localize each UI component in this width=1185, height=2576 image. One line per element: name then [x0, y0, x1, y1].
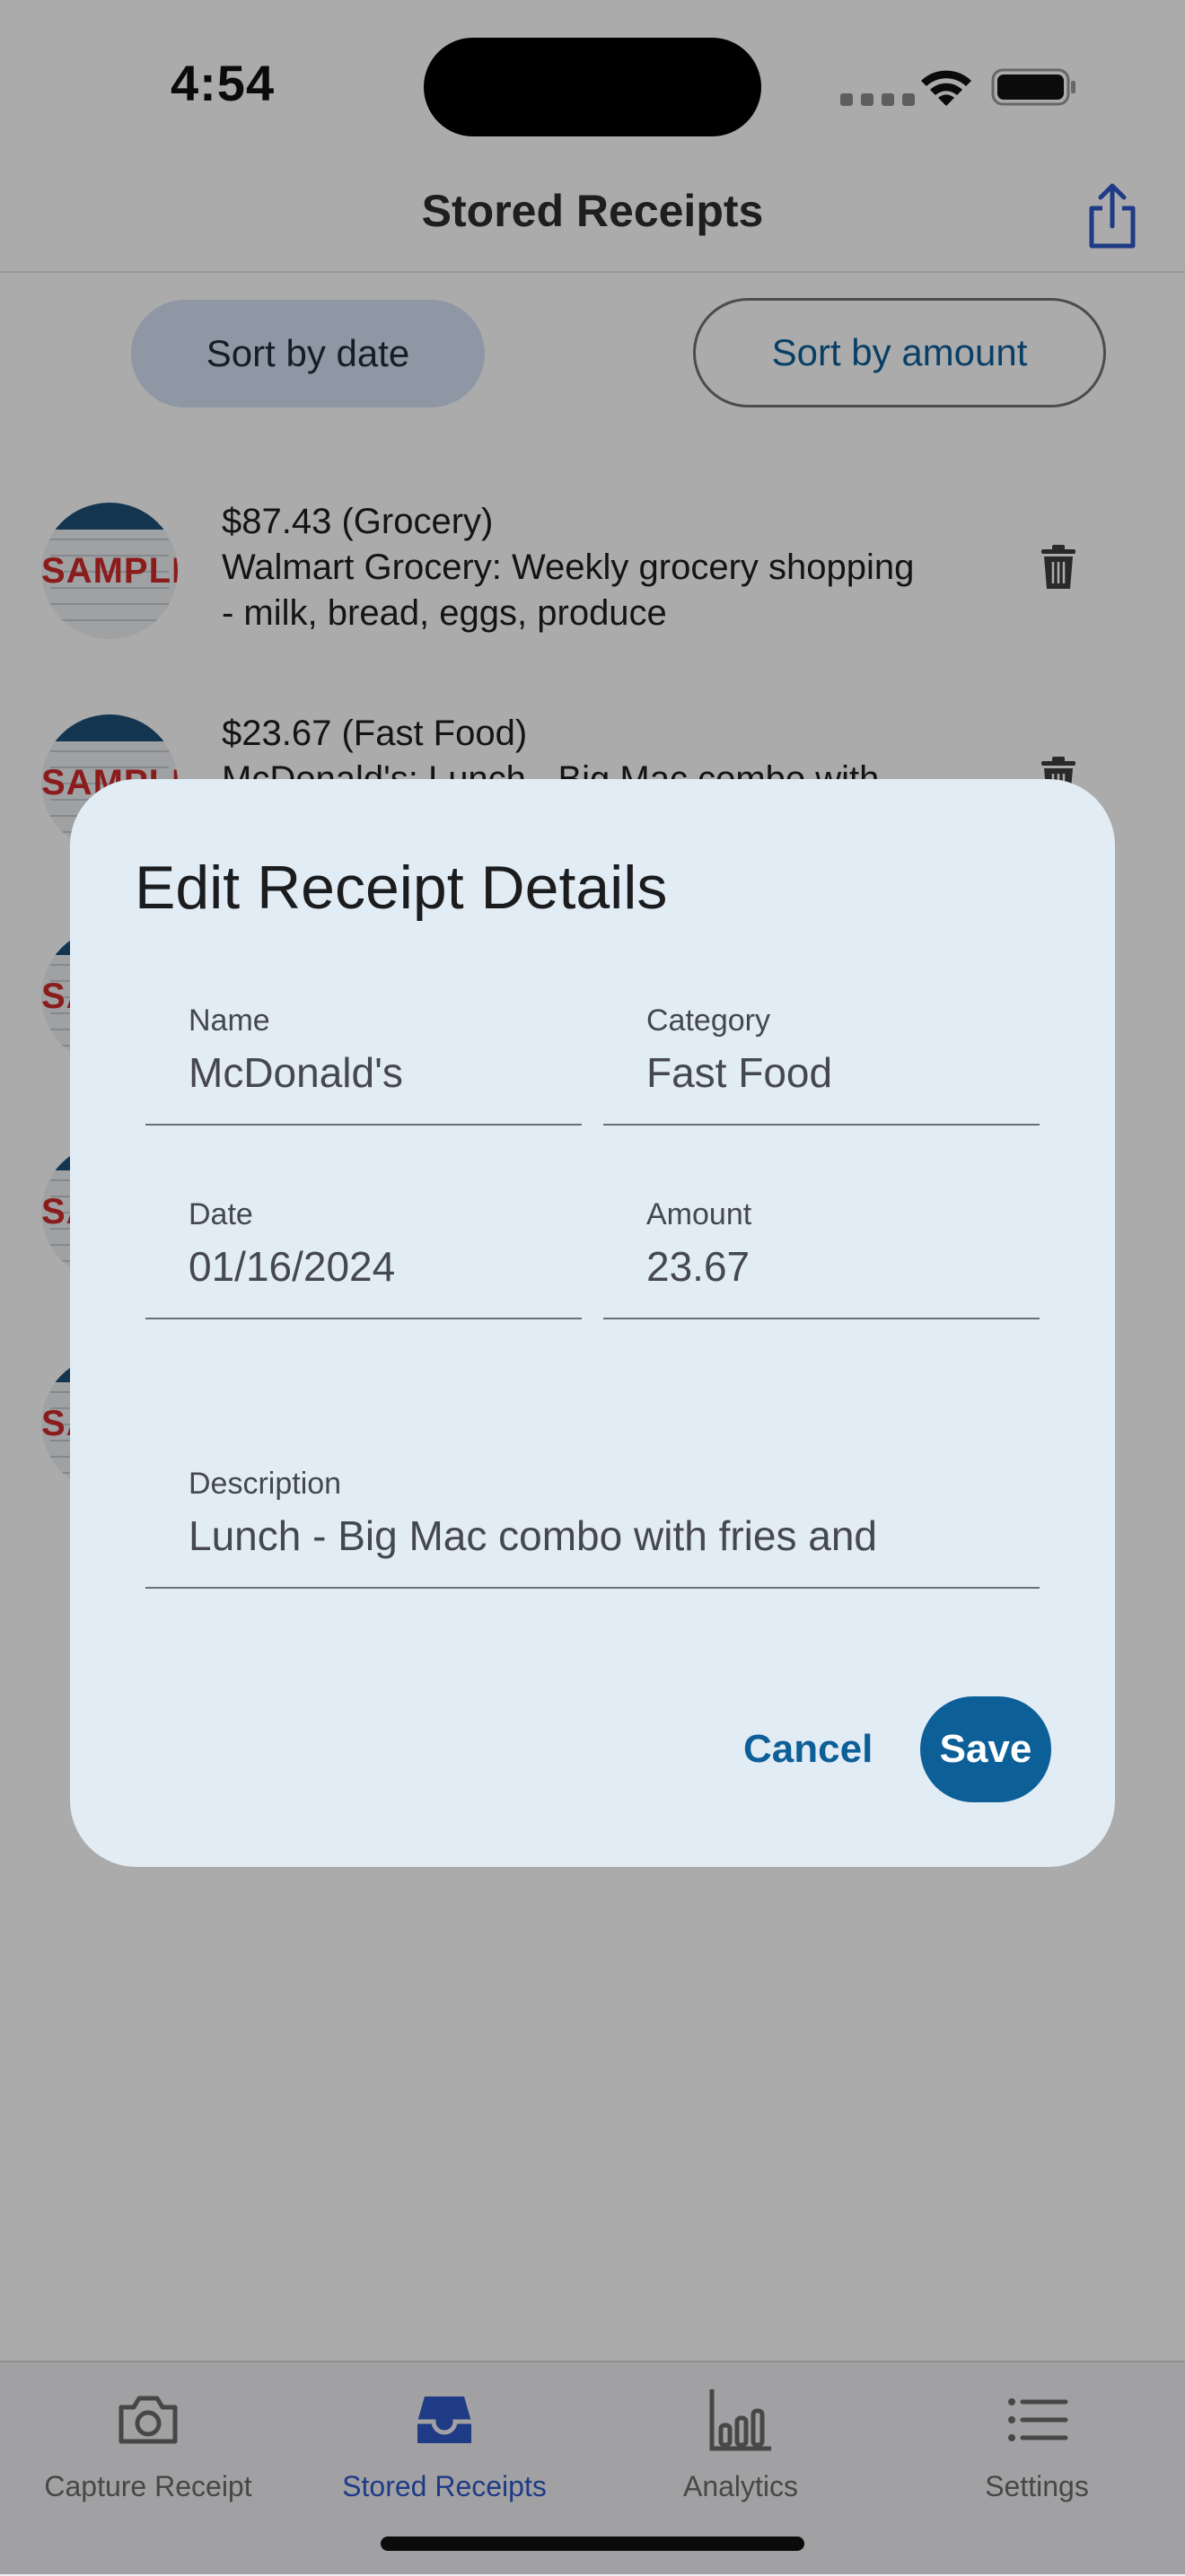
- cancel-button[interactable]: Cancel: [743, 1696, 873, 1802]
- category-label: Category: [646, 1003, 770, 1038]
- amount-value: 23.67: [646, 1243, 750, 1290]
- category-value: Fast Food: [646, 1049, 833, 1096]
- name-field[interactable]: Name McDonald's: [145, 991, 582, 1126]
- amount-field[interactable]: Amount 23.67: [603, 1185, 1040, 1319]
- category-field[interactable]: Category Fast Food: [603, 991, 1040, 1126]
- date-value: 01/16/2024: [189, 1243, 396, 1290]
- description-field[interactable]: Description Lunch - Big Mac combo with f…: [145, 1454, 1040, 1589]
- date-field[interactable]: Date 01/16/2024: [145, 1185, 582, 1319]
- save-button[interactable]: Save: [920, 1696, 1051, 1802]
- dialog-title: Edit Receipt Details: [135, 854, 668, 922]
- amount-label: Amount: [646, 1197, 752, 1231]
- description-value: Lunch - Big Mac combo with fries and: [189, 1512, 878, 1559]
- description-label: Description: [189, 1467, 342, 1501]
- name-value: McDonald's: [189, 1049, 403, 1096]
- edit-receipt-dialog: Edit Receipt Details Name McDonald's Cat…: [70, 779, 1115, 1867]
- name-label: Name: [189, 1003, 270, 1038]
- screen: 4:54 Stored Receipts Sort by date Sort b…: [0, 0, 1185, 2576]
- date-label: Date: [189, 1197, 253, 1231]
